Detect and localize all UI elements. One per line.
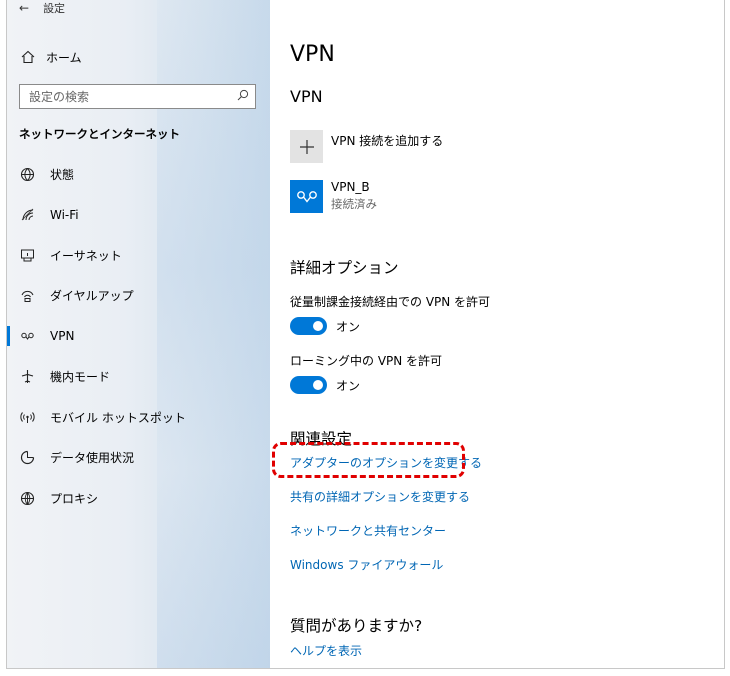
search-icon[interactable] xyxy=(237,89,249,104)
plus-icon xyxy=(290,130,323,163)
roaming-toggle[interactable]: オン xyxy=(290,376,360,394)
ethernet-icon xyxy=(20,248,35,263)
search-placeholder: 設定の検索 xyxy=(29,90,90,104)
page-title: VPN xyxy=(290,42,335,67)
main-content: VPN VPN VPN 接続を追加する VPN_B 接続済み 詳細オプション 従… xyxy=(290,0,710,668)
sidebar-item-label: イーサネット xyxy=(50,248,122,263)
vpn-connection-text: VPN_B 接続済み xyxy=(331,180,377,212)
sidebar-item-hotspot[interactable]: モバイル ホットスポット xyxy=(7,397,270,438)
add-vpn-label: VPN 接続を追加する xyxy=(331,134,444,148)
home-icon xyxy=(20,49,36,65)
vpn-connection-item[interactable]: VPN_B 接続済み xyxy=(290,180,377,213)
sidebar-item-proxy[interactable]: プロキシ xyxy=(7,478,270,519)
add-vpn-button[interactable]: VPN 接続を追加する xyxy=(290,130,443,163)
metered-option-label: 従量制課金接続経由での VPN を許可 xyxy=(290,295,491,309)
sidebar-item-label: データ使用状況 xyxy=(50,451,135,466)
vpn-connection-icon xyxy=(290,180,323,213)
data-usage-icon xyxy=(20,450,35,465)
sidebar-item-label: 状態 xyxy=(50,167,75,182)
sidebar-item-vpn[interactable]: VPN xyxy=(7,316,270,357)
sidebar-item-label: Wi-Fi xyxy=(50,207,79,222)
sidebar-item-label: ダイヤルアップ xyxy=(50,289,134,304)
vpn-icon xyxy=(20,329,35,344)
highlight-annotation xyxy=(272,442,465,478)
toggle-knob xyxy=(313,380,323,390)
search-input[interactable]: 設定の検索 xyxy=(19,84,256,109)
wifi-icon xyxy=(20,207,35,222)
section-title: ネットワークとインターネット xyxy=(19,127,180,141)
back-arrow-icon[interactable]: ← xyxy=(19,1,29,15)
toggle-switch[interactable] xyxy=(290,376,327,394)
help-link[interactable]: ヘルプを表示 xyxy=(290,642,362,659)
vpn-connection-name: VPN_B xyxy=(331,180,370,194)
sidebar-item-label: 機内モード xyxy=(50,370,111,385)
toggle-state: オン xyxy=(336,378,361,393)
section-vpn-title: VPN xyxy=(290,87,323,106)
sidebar-item-airplane[interactable]: 機内モード xyxy=(7,357,270,398)
sidebar-nav: 状態 Wi-Fi イーサネット ダイヤルアップ VPN 機内モード モバイル ホ… xyxy=(7,154,270,519)
globe-status-icon xyxy=(20,167,35,182)
hotspot-icon xyxy=(20,410,35,425)
airplane-icon xyxy=(20,369,35,384)
sidebar-item-label: プロキシ xyxy=(50,491,99,506)
firewall-link[interactable]: Windows ファイアウォール xyxy=(290,556,443,573)
home-label: ホーム xyxy=(46,50,82,65)
sidebar-item-dialup[interactable]: ダイヤルアップ xyxy=(7,276,270,317)
question-title: 質問がありますか? xyxy=(290,617,423,635)
advanced-options-title: 詳細オプション xyxy=(290,259,399,277)
sharing-advanced-link[interactable]: 共有の詳細オプションを変更する xyxy=(290,488,470,505)
sidebar: ← 設定 ホーム 設定の検索 ネットワークとインターネット 状態 Wi-Fi イ… xyxy=(7,0,270,668)
vpn-connection-status: 接続済み xyxy=(331,197,377,211)
sidebar-item-wifi[interactable]: Wi-Fi xyxy=(7,195,270,236)
globe-icon xyxy=(20,491,35,506)
sidebar-item-home[interactable]: ホーム xyxy=(7,38,270,76)
metered-toggle[interactable]: オン xyxy=(290,317,360,335)
toggle-state: オン xyxy=(336,319,361,334)
sidebar-item-label: モバイル ホットスポット xyxy=(50,410,186,425)
toggle-knob xyxy=(313,321,323,331)
dialup-icon xyxy=(20,288,35,303)
window-title: 設定 xyxy=(43,2,66,15)
roaming-option-label: ローミング中の VPN を許可 xyxy=(290,354,443,368)
toggle-switch[interactable] xyxy=(290,317,327,335)
network-center-link[interactable]: ネットワークと共有センター xyxy=(290,522,446,539)
sidebar-item-data-usage[interactable]: データ使用状況 xyxy=(7,438,270,479)
settings-window: ← 設定 ホーム 設定の検索 ネットワークとインターネット 状態 Wi-Fi イ… xyxy=(6,0,725,669)
sidebar-item-status[interactable]: 状態 xyxy=(7,154,270,195)
sidebar-item-label: VPN xyxy=(50,329,75,344)
title-bar: ← 設定 xyxy=(19,0,65,16)
sidebar-item-ethernet[interactable]: イーサネット xyxy=(7,235,270,276)
